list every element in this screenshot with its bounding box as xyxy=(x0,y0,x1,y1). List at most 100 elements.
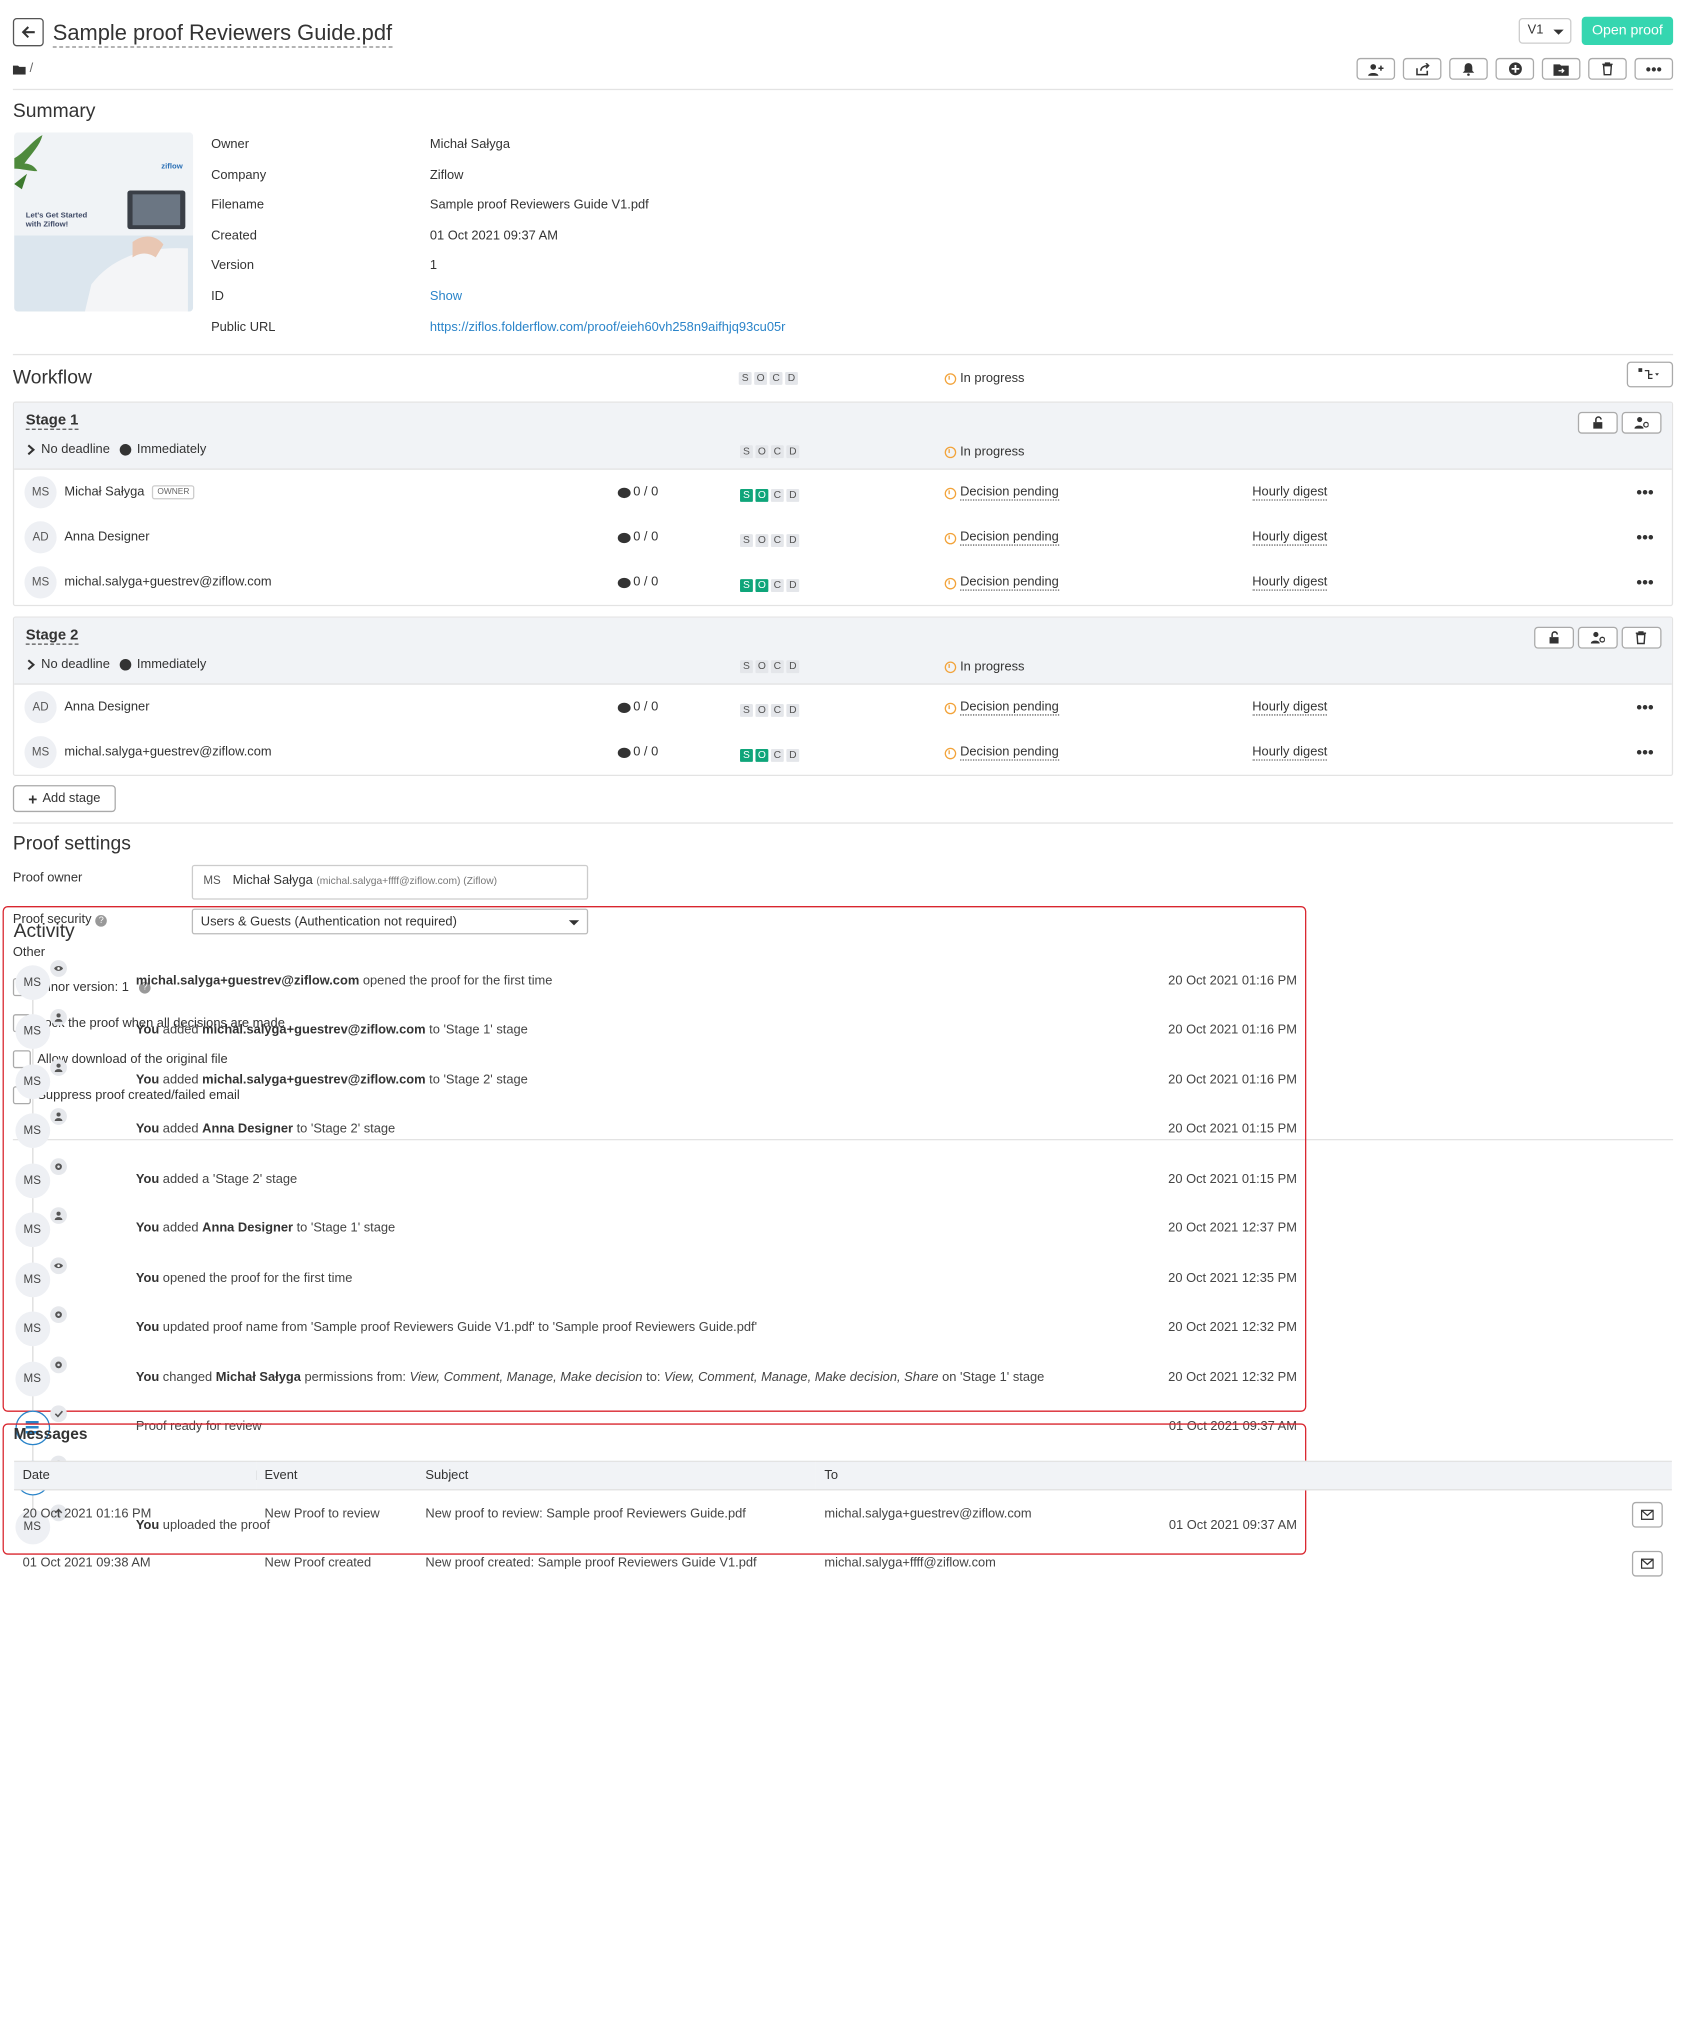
owner-name: Michał Sałyga xyxy=(232,873,313,889)
proof-thumbnail[interactable]: ziflow Let's Get Started with Ziflow! xyxy=(14,132,194,312)
owner-badge: OWNER xyxy=(152,485,195,500)
unlock-button[interactable] xyxy=(1534,626,1575,649)
hierarchy-icon xyxy=(1638,368,1659,380)
reviewer-row: AD Anna Designer 0 / 0 SOCD Decision pen… xyxy=(14,515,1672,560)
message-subject: New proof created: Sample proof Reviewer… xyxy=(425,1556,757,1571)
digest-setting[interactable]: Hourly digest xyxy=(1252,530,1328,546)
add-stage-button[interactable]: + Add stage xyxy=(12,785,116,813)
clock-icon xyxy=(944,702,957,714)
reviewer-name: Anna Designer xyxy=(64,700,149,714)
summary-label-id: ID xyxy=(211,289,224,304)
share-button[interactable] xyxy=(1402,57,1442,80)
stage-name[interactable]: Stage 2 xyxy=(25,628,79,645)
move-to-folder-button[interactable] xyxy=(1541,57,1581,80)
decision-text: Decision pending xyxy=(960,700,1059,716)
folder-move-icon xyxy=(1553,63,1569,76)
comment-icon xyxy=(617,702,631,713)
summary-title: Summary xyxy=(12,100,96,123)
column-header-to: To xyxy=(815,1460,1672,1490)
reviewer-decision[interactable]: Decision pending xyxy=(944,745,1059,761)
trash-icon xyxy=(1635,631,1647,645)
socd-s: S xyxy=(740,489,753,502)
summary-value-id[interactable]: Show xyxy=(430,290,462,304)
plus-circle-icon xyxy=(1508,62,1522,76)
reviewer-decision[interactable]: Decision pending xyxy=(944,575,1059,591)
socd-c: C xyxy=(770,749,784,762)
reviewer-comments: 0 / 0 xyxy=(617,530,659,545)
chevron-right-icon xyxy=(27,659,36,671)
proof-header: Sample proof Reviewers Guide.pdf / V1 Op… xyxy=(12,0,1674,91)
avatar: MS xyxy=(14,1361,50,1397)
socd-o: O xyxy=(755,749,769,762)
reviewer-more-button[interactable]: ••• xyxy=(1636,528,1654,547)
message-recipient: michal.salyga+ffff@ziflow.com xyxy=(824,1556,996,1571)
digest-setting[interactable]: Hourly digest xyxy=(1252,575,1328,591)
chevron-down-icon xyxy=(1553,29,1564,35)
reviewer-decision[interactable]: Decision pending xyxy=(944,485,1059,501)
message-date: 20 Oct 2021 01:16 PM xyxy=(22,1507,152,1522)
breadcrumb-root[interactable]: / xyxy=(30,62,34,76)
clock-icon xyxy=(944,747,957,759)
reviewer-more-button[interactable]: ••• xyxy=(1636,743,1654,762)
summary-value-filename: Sample proof Reviewers Guide V1.pdf xyxy=(429,198,649,213)
back-button[interactable] xyxy=(12,18,44,47)
bell-icon xyxy=(1462,63,1475,76)
manage-reviewers-button[interactable] xyxy=(1621,411,1662,434)
reviewer-decision[interactable]: Decision pending xyxy=(944,700,1059,716)
activity-time: 20 Oct 2021 01:16 PM xyxy=(1168,1073,1297,1088)
add-reviewer-button[interactable] xyxy=(1356,57,1396,80)
proof-owner-field[interactable]: MS Michał Sałyga (michal.salyga+ffff@zif… xyxy=(191,864,589,900)
open-proof-button[interactable]: Open proof xyxy=(1581,16,1674,46)
summary-value-created: 01 Oct 2021 09:37 AM xyxy=(429,229,558,244)
activity-item: MS You added michal.salyga+guestrev@zifl… xyxy=(3,1059,1304,1109)
view-email-button[interactable] xyxy=(1631,1501,1663,1528)
avatar: MS xyxy=(14,1312,50,1347)
digest-setting[interactable]: Hourly digest xyxy=(1252,700,1328,716)
notifications-button[interactable] xyxy=(1449,57,1488,80)
user-icon xyxy=(49,1207,67,1225)
share-icon xyxy=(1415,62,1430,75)
add-version-button[interactable] xyxy=(1495,57,1535,80)
delete-stage-button[interactable] xyxy=(1621,626,1662,649)
socd-s: S xyxy=(740,579,753,593)
delete-button[interactable] xyxy=(1588,57,1627,80)
reviewer-row: MS Michał Sałyga OWNER 0 / 0 SOCD Decisio… xyxy=(14,470,1672,515)
socd-c: C xyxy=(770,660,784,674)
comments-count: 0 / 0 xyxy=(633,530,659,545)
decision-text: Decision pending xyxy=(960,575,1059,591)
more-actions-button[interactable]: ••• xyxy=(1634,57,1674,80)
comments-count: 0 / 0 xyxy=(633,575,659,590)
summary-value-public-url[interactable]: https://ziflos.folderflow.com/proof/eieh… xyxy=(430,320,786,334)
activity-time: 20 Oct 2021 12:35 PM xyxy=(1168,1271,1297,1286)
add-user-icon xyxy=(1368,63,1384,76)
digest-setting[interactable]: Hourly digest xyxy=(1252,485,1328,501)
stage-deadline[interactable]: No deadline Immediately xyxy=(26,658,207,672)
activity-time: 20 Oct 2021 12:32 PM xyxy=(1168,1321,1297,1336)
breadcrumb[interactable]: / xyxy=(12,62,34,76)
reviewer-more-button[interactable]: ••• xyxy=(1636,483,1654,502)
version-select[interactable]: V1 xyxy=(1518,18,1572,44)
socd-d: D xyxy=(786,703,800,717)
stage-deadline[interactable]: No deadline Immediately xyxy=(26,443,207,457)
stage-name[interactable]: Stage 1 xyxy=(25,413,79,430)
reviewer-decision[interactable]: Decision pending xyxy=(944,530,1059,546)
reviewer-name-text: Anna Designer xyxy=(64,700,150,715)
proof-title[interactable]: Sample proof Reviewers Guide.pdf xyxy=(52,19,393,48)
activity-text: You opened the proof for the first time xyxy=(135,1271,353,1286)
socd-c: C xyxy=(770,579,784,593)
activity-item: MS michal.salyga+guestrev@ziflow.com ope… xyxy=(3,960,1304,1010)
socd-d: D xyxy=(786,489,800,502)
digest-setting[interactable]: Hourly digest xyxy=(1252,745,1328,761)
unlock-button[interactable] xyxy=(1577,411,1618,434)
view-email-button[interactable] xyxy=(1631,1550,1663,1577)
workflow-view-button[interactable] xyxy=(1626,361,1674,388)
stage-header: Stage 1 No deadline Immediately SOCD In … xyxy=(14,402,1672,470)
reviewer-more-button[interactable]: ••• xyxy=(1636,698,1654,717)
reviewer-more-button[interactable]: ••• xyxy=(1636,573,1654,592)
stage-status-text: In progress xyxy=(960,660,1025,675)
column-header-date: Date xyxy=(13,1460,256,1490)
activity-text: You added Anna Designer to 'Stage 1' sta… xyxy=(135,1221,396,1237)
activity-text: You added Anna Designer to 'Stage 2' sta… xyxy=(135,1122,396,1138)
manage-reviewers-button[interactable] xyxy=(1577,626,1618,649)
socd-s: S xyxy=(740,703,753,717)
